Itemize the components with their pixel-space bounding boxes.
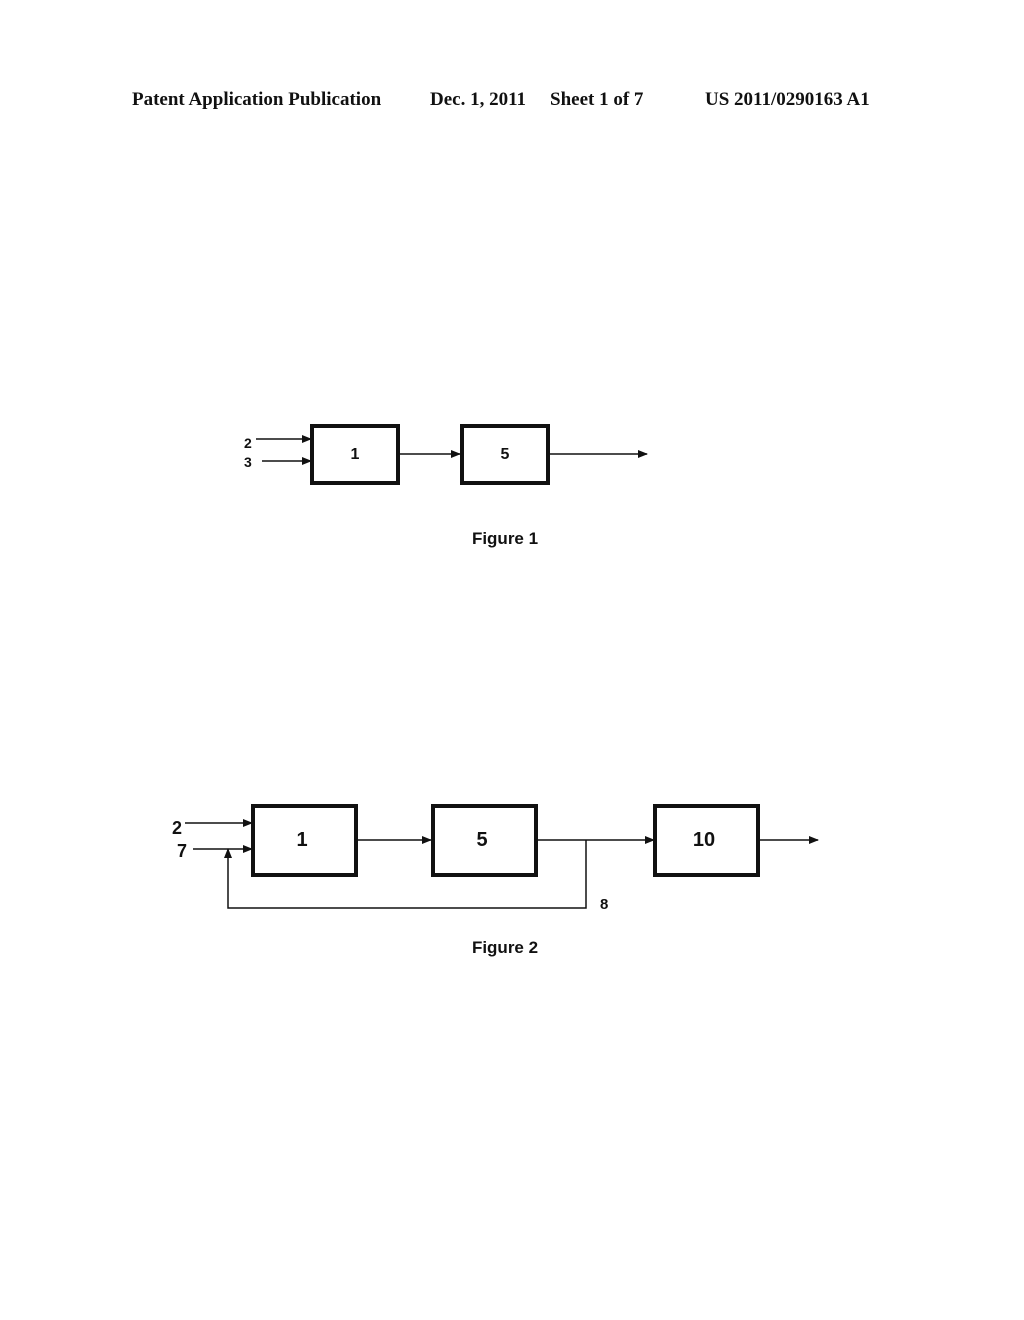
fig2-input-label-2: 2	[172, 818, 182, 838]
fig2-caption: Figure 2	[472, 938, 538, 957]
fig2-block-10-label: 10	[693, 829, 715, 851]
figures-canvas: 2 3 1 5 Figure 1 2 7 1 5 10 8 Figure 2	[172, 424, 819, 957]
figure-1: 2 3 1 5 Figure 1	[244, 424, 648, 548]
fig1-block-1-label: 1	[351, 446, 360, 463]
fig1-caption: Figure 1	[472, 529, 538, 548]
fig1-input-label-2: 2	[244, 435, 252, 451]
fig2-block-5-label: 5	[476, 829, 487, 851]
fig2-block-1-label: 1	[296, 829, 307, 851]
fig1-input-label-3: 3	[244, 454, 252, 470]
fig2-recycle-label-8: 8	[600, 896, 608, 913]
fig1-block-5-label: 5	[501, 446, 510, 463]
figure-2: 2 7 1 5 10 8 Figure 2	[172, 804, 819, 957]
fig2-input-label-7: 7	[177, 841, 187, 861]
